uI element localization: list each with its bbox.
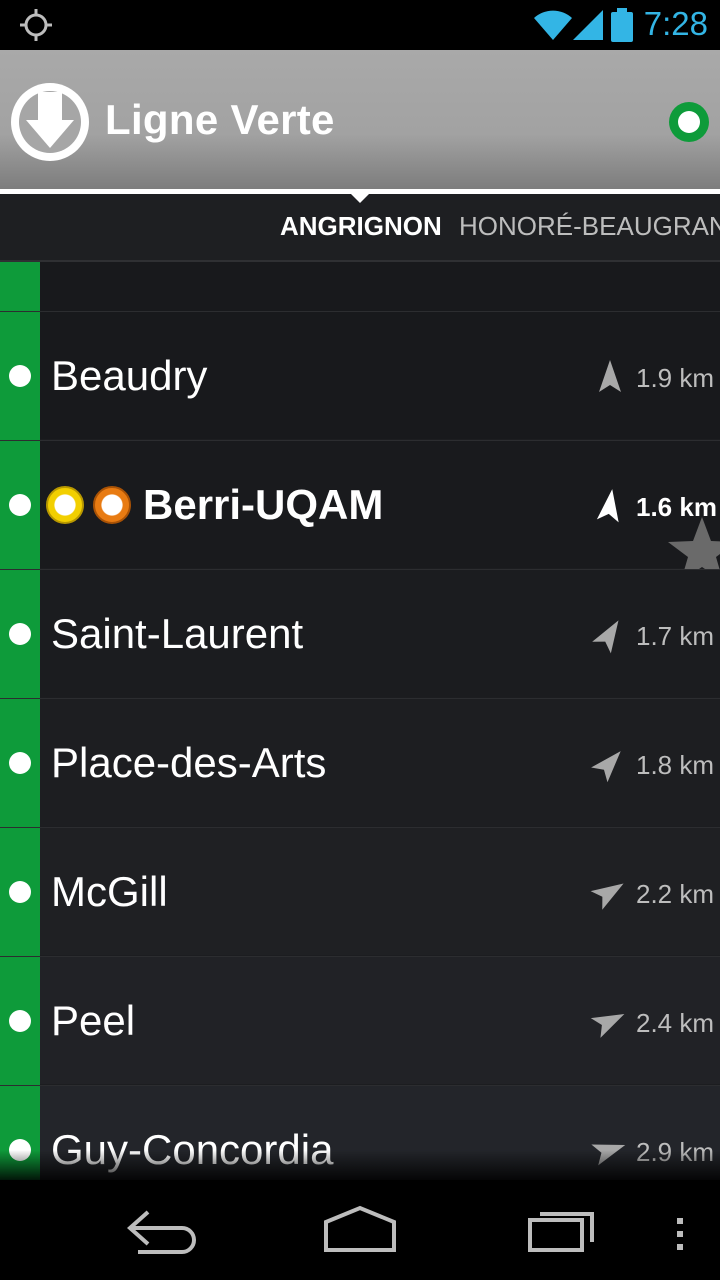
orange-line-transfer-icon bbox=[93, 486, 131, 524]
list-item[interactable]: Peel 2.4 km bbox=[0, 956, 720, 1084]
battery-icon bbox=[611, 8, 633, 42]
station-list[interactable]: Beaudry 1.9 km Berri-UQAM 1.6 km Saint-L… bbox=[0, 262, 720, 1180]
station-dot bbox=[9, 752, 31, 774]
back-icon[interactable] bbox=[124, 1204, 196, 1256]
station-name: McGill bbox=[51, 868, 168, 915]
list-item[interactable]: Berri-UQAM 1.6 km bbox=[0, 440, 720, 581]
tab-honore-beaugrand[interactable]: HONORÉ-BEAUGRAN bbox=[459, 211, 720, 241]
list-item[interactable]: McGill 2.2 km bbox=[0, 827, 720, 955]
action-bar: Ligne Verte bbox=[0, 50, 720, 190]
station-dot bbox=[9, 494, 31, 516]
list-item[interactable]: Saint-Laurent 1.7 km bbox=[0, 569, 720, 697]
signal-icon bbox=[573, 10, 603, 40]
list-bottom-fade bbox=[0, 1150, 720, 1180]
station-name: Peel bbox=[51, 997, 136, 1044]
metro-logo-icon[interactable] bbox=[10, 82, 90, 162]
direction-arrow-icon bbox=[592, 620, 619, 654]
direction-arrow-icon bbox=[599, 360, 621, 392]
recents-icon[interactable] bbox=[526, 1204, 600, 1256]
status-clock: 7:28 bbox=[643, 5, 708, 42]
yellow-line-transfer-icon bbox=[46, 486, 84, 524]
status-bar: 7:28 bbox=[0, 0, 720, 50]
station-dot bbox=[9, 365, 31, 387]
page-title: Ligne Verte bbox=[105, 96, 335, 143]
navigation-bar bbox=[0, 1180, 720, 1280]
home-icon[interactable] bbox=[322, 1204, 398, 1256]
station-distance: 1.7 km bbox=[636, 621, 715, 651]
direction-arrow-icon bbox=[590, 1013, 625, 1038]
station-dot bbox=[9, 881, 31, 903]
station-name: Place-des-Arts bbox=[51, 739, 327, 786]
tab-angrignon[interactable]: ANGRIGNON bbox=[280, 211, 442, 241]
direction-arrow-icon bbox=[591, 751, 621, 783]
station-dot bbox=[9, 623, 31, 645]
tab-indicator bbox=[351, 194, 369, 203]
station-distance: 2.4 km bbox=[636, 1008, 715, 1038]
list-item-partial[interactable] bbox=[0, 262, 720, 311]
station-distance: 1.8 km bbox=[636, 750, 715, 780]
station-name: Beaudry bbox=[51, 352, 208, 399]
overflow-menu-icon[interactable] bbox=[670, 1204, 690, 1256]
list-item[interactable]: Beaudry 1.9 km bbox=[0, 311, 720, 439]
screen: 7:28 Ligne Verte ANGRIGNON HONORÉ-BEAUGR… bbox=[0, 0, 720, 1280]
direction-arrow-icon bbox=[596, 489, 619, 523]
station-name: Saint-Laurent bbox=[51, 610, 304, 657]
green-line-icon bbox=[669, 102, 709, 142]
station-name: Berri-UQAM bbox=[143, 481, 384, 528]
station-distance: 2.2 km bbox=[636, 879, 715, 909]
station-distance: 1.9 km bbox=[636, 363, 715, 393]
wifi-icon bbox=[534, 10, 572, 40]
direction-tab-strip: ANGRIGNON HONORÉ-BEAUGRAN bbox=[0, 194, 720, 262]
station-dot bbox=[9, 1010, 31, 1032]
list-item[interactable]: Place-des-Arts 1.8 km bbox=[0, 698, 720, 826]
direction-arrow-icon bbox=[590, 883, 624, 910]
gps-icon bbox=[20, 9, 52, 41]
